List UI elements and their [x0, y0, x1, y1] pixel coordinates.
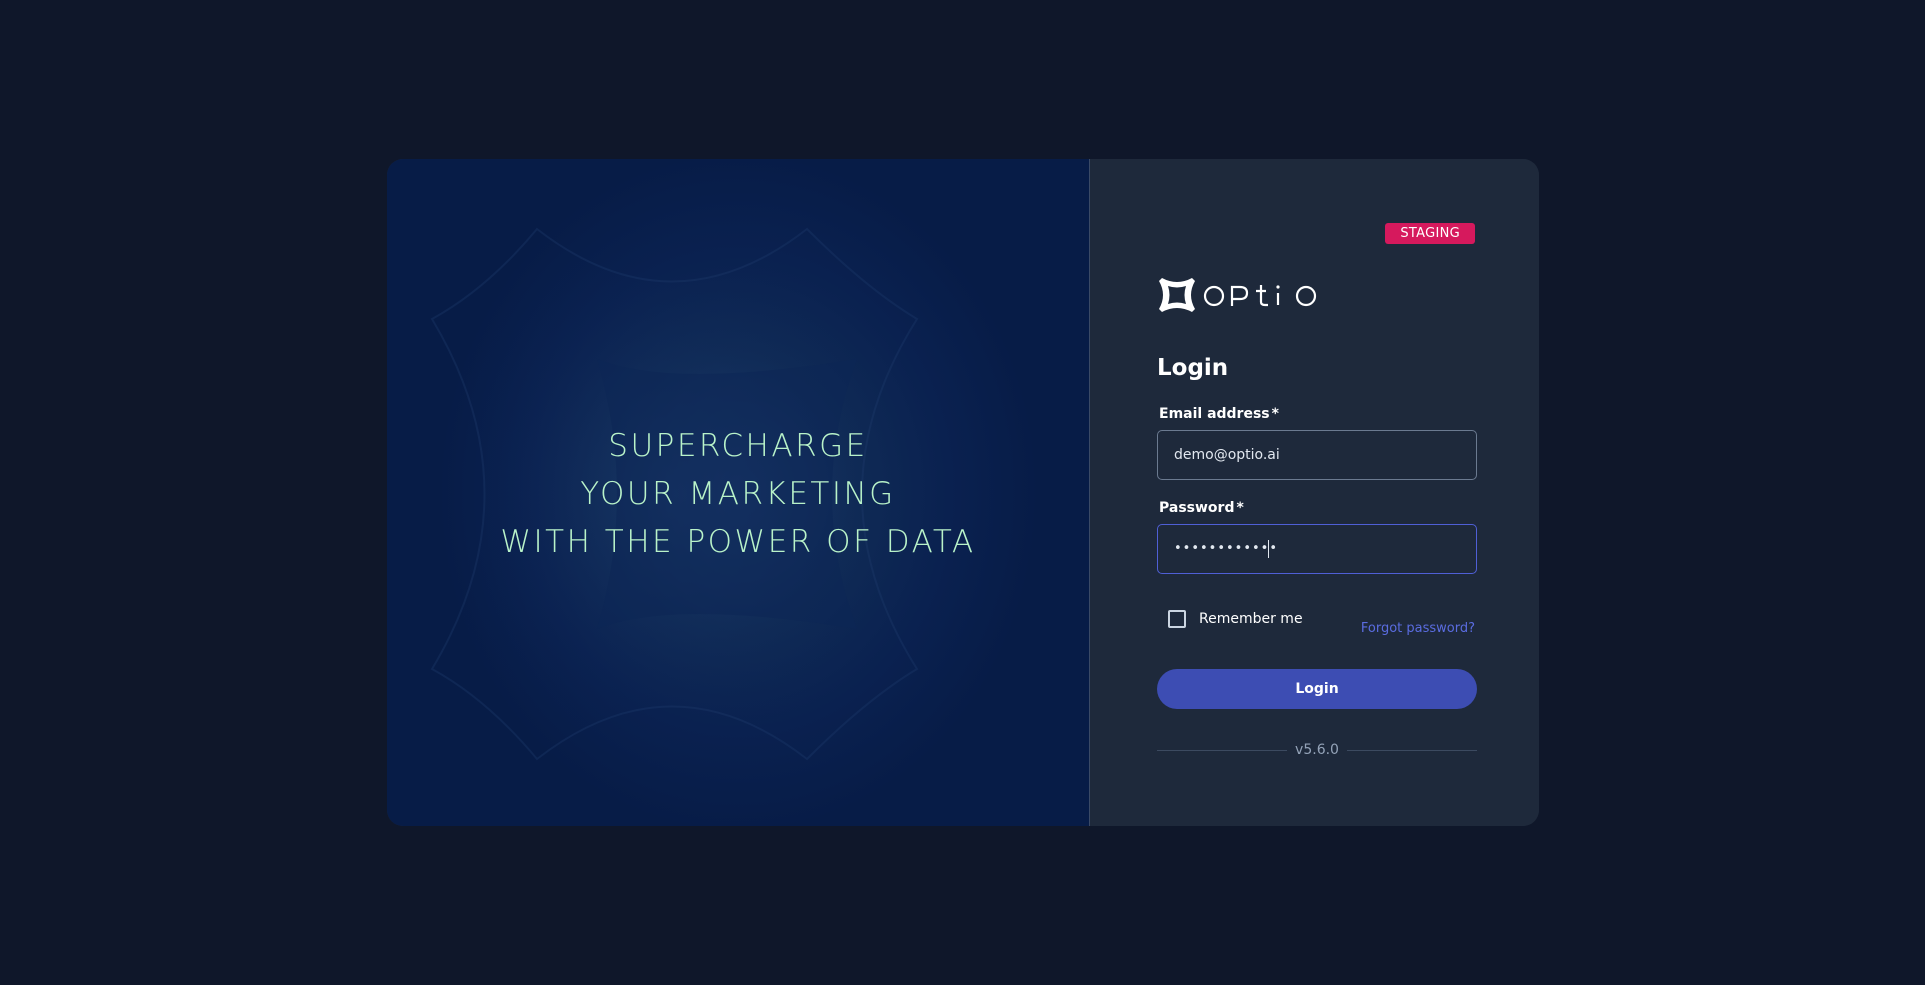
- password-required-mark: *: [1236, 500, 1244, 516]
- hero-tagline: SUPERCHARGE YOUR MARKETING WITH THE POWE…: [387, 422, 1089, 566]
- remember-me-toggle[interactable]: Remember me: [1168, 610, 1303, 628]
- password-label-text: Password: [1159, 500, 1235, 516]
- version-label: v5.6.0: [1295, 742, 1339, 758]
- email-label: Email address *: [1159, 406, 1279, 422]
- login-button[interactable]: Login: [1157, 669, 1477, 709]
- hero-line-2: YOUR MARKETING: [580, 476, 896, 512]
- email-field[interactable]: [1157, 430, 1477, 480]
- divider-line-left: [1157, 749, 1288, 751]
- email-required-mark: *: [1271, 406, 1279, 422]
- login-card: SUPERCHARGE YOUR MARKETING WITH THE POWE…: [387, 159, 1539, 826]
- text-caret: [1268, 540, 1269, 558]
- hero-line-3: WITH THE POWER OF DATA: [500, 524, 976, 560]
- login-title: Login: [1157, 355, 1229, 381]
- password-field[interactable]: [1157, 524, 1477, 574]
- optio-logo: [1157, 275, 1321, 315]
- remember-me-label: Remember me: [1199, 611, 1303, 627]
- environment-badge: STAGING: [1385, 223, 1475, 244]
- email-label-text: Email address: [1159, 406, 1270, 422]
- hero-panel: SUPERCHARGE YOUR MARKETING WITH THE POWE…: [387, 159, 1090, 826]
- optio-logo-icon: [1159, 278, 1195, 312]
- divider-line-right: [1346, 749, 1478, 751]
- login-form-panel: STAGING Login Email address* Password*: [1090, 159, 1539, 826]
- optio-wordmark: [1203, 285, 1317, 307]
- forgot-password-link[interactable]: Forgot password?: [1361, 621, 1475, 636]
- password-label: Password *: [1159, 500, 1244, 516]
- remember-me-checkbox[interactable]: [1168, 610, 1186, 628]
- version-divider: v5.6.0: [1157, 742, 1478, 758]
- hero-line-1: SUPERCHARGE: [608, 428, 868, 464]
